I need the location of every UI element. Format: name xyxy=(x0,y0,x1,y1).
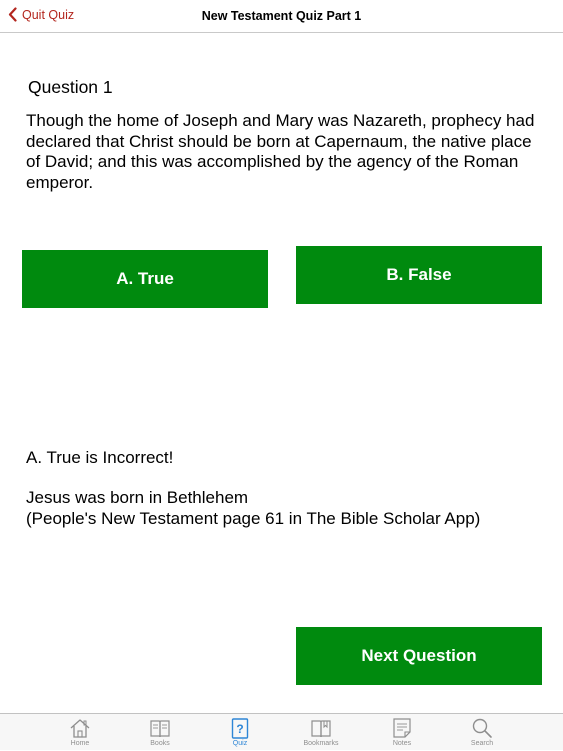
page-title: New Testament Quiz Part 1 xyxy=(201,9,362,23)
tab-quiz[interactable]: ? Quiz xyxy=(200,714,280,751)
bookmarks-icon xyxy=(311,720,331,738)
answer-a-button[interactable]: A. True xyxy=(22,250,268,308)
next-question-label: Next Question xyxy=(361,646,477,665)
explanation-line: Jesus was born in Bethlehem xyxy=(26,488,249,507)
search-icon xyxy=(472,718,492,738)
book-icon xyxy=(150,720,170,738)
question-number: Question 1 xyxy=(28,77,113,97)
svg-text:?: ? xyxy=(236,722,243,736)
tab-label: Search xyxy=(470,740,494,747)
result-status: A. True is Incorrect! xyxy=(26,448,174,467)
tab-label: Books xyxy=(150,740,170,747)
answer-b-button[interactable]: B. False xyxy=(296,246,542,304)
tab-books[interactable]: Books xyxy=(120,714,200,751)
explanation-reference: (People's New Testament page 61 in The B… xyxy=(26,508,481,528)
tab-bookmarks[interactable]: Bookmarks xyxy=(281,714,361,751)
tab-label: Bookmarks xyxy=(303,740,339,747)
result-explanation: Jesus was born in Bethlehem (People's Ne… xyxy=(26,488,546,529)
tab-label: Quiz xyxy=(232,740,248,747)
next-question-button[interactable]: Next Question xyxy=(296,627,542,685)
answer-b-label: B. False xyxy=(386,265,452,284)
tab-notes[interactable]: Notes xyxy=(362,714,442,751)
answer-a-label: A. True xyxy=(116,269,174,288)
tab-search[interactable]: Search xyxy=(442,714,522,751)
tab-home[interactable]: Home xyxy=(40,714,120,751)
tab-label: Notes xyxy=(392,740,412,747)
notes-icon xyxy=(393,718,411,738)
navigation-bar: Quit Quiz New Testament Quiz Part 1 xyxy=(0,0,563,33)
question-text: Though the home of Joseph and Mary was N… xyxy=(26,111,535,192)
tab-bar: Home Books ? Quiz Bookmarks Notes Search xyxy=(0,713,563,750)
quiz-icon: ? xyxy=(231,718,249,739)
home-icon xyxy=(70,719,90,738)
tab-label: Home xyxy=(70,740,90,747)
